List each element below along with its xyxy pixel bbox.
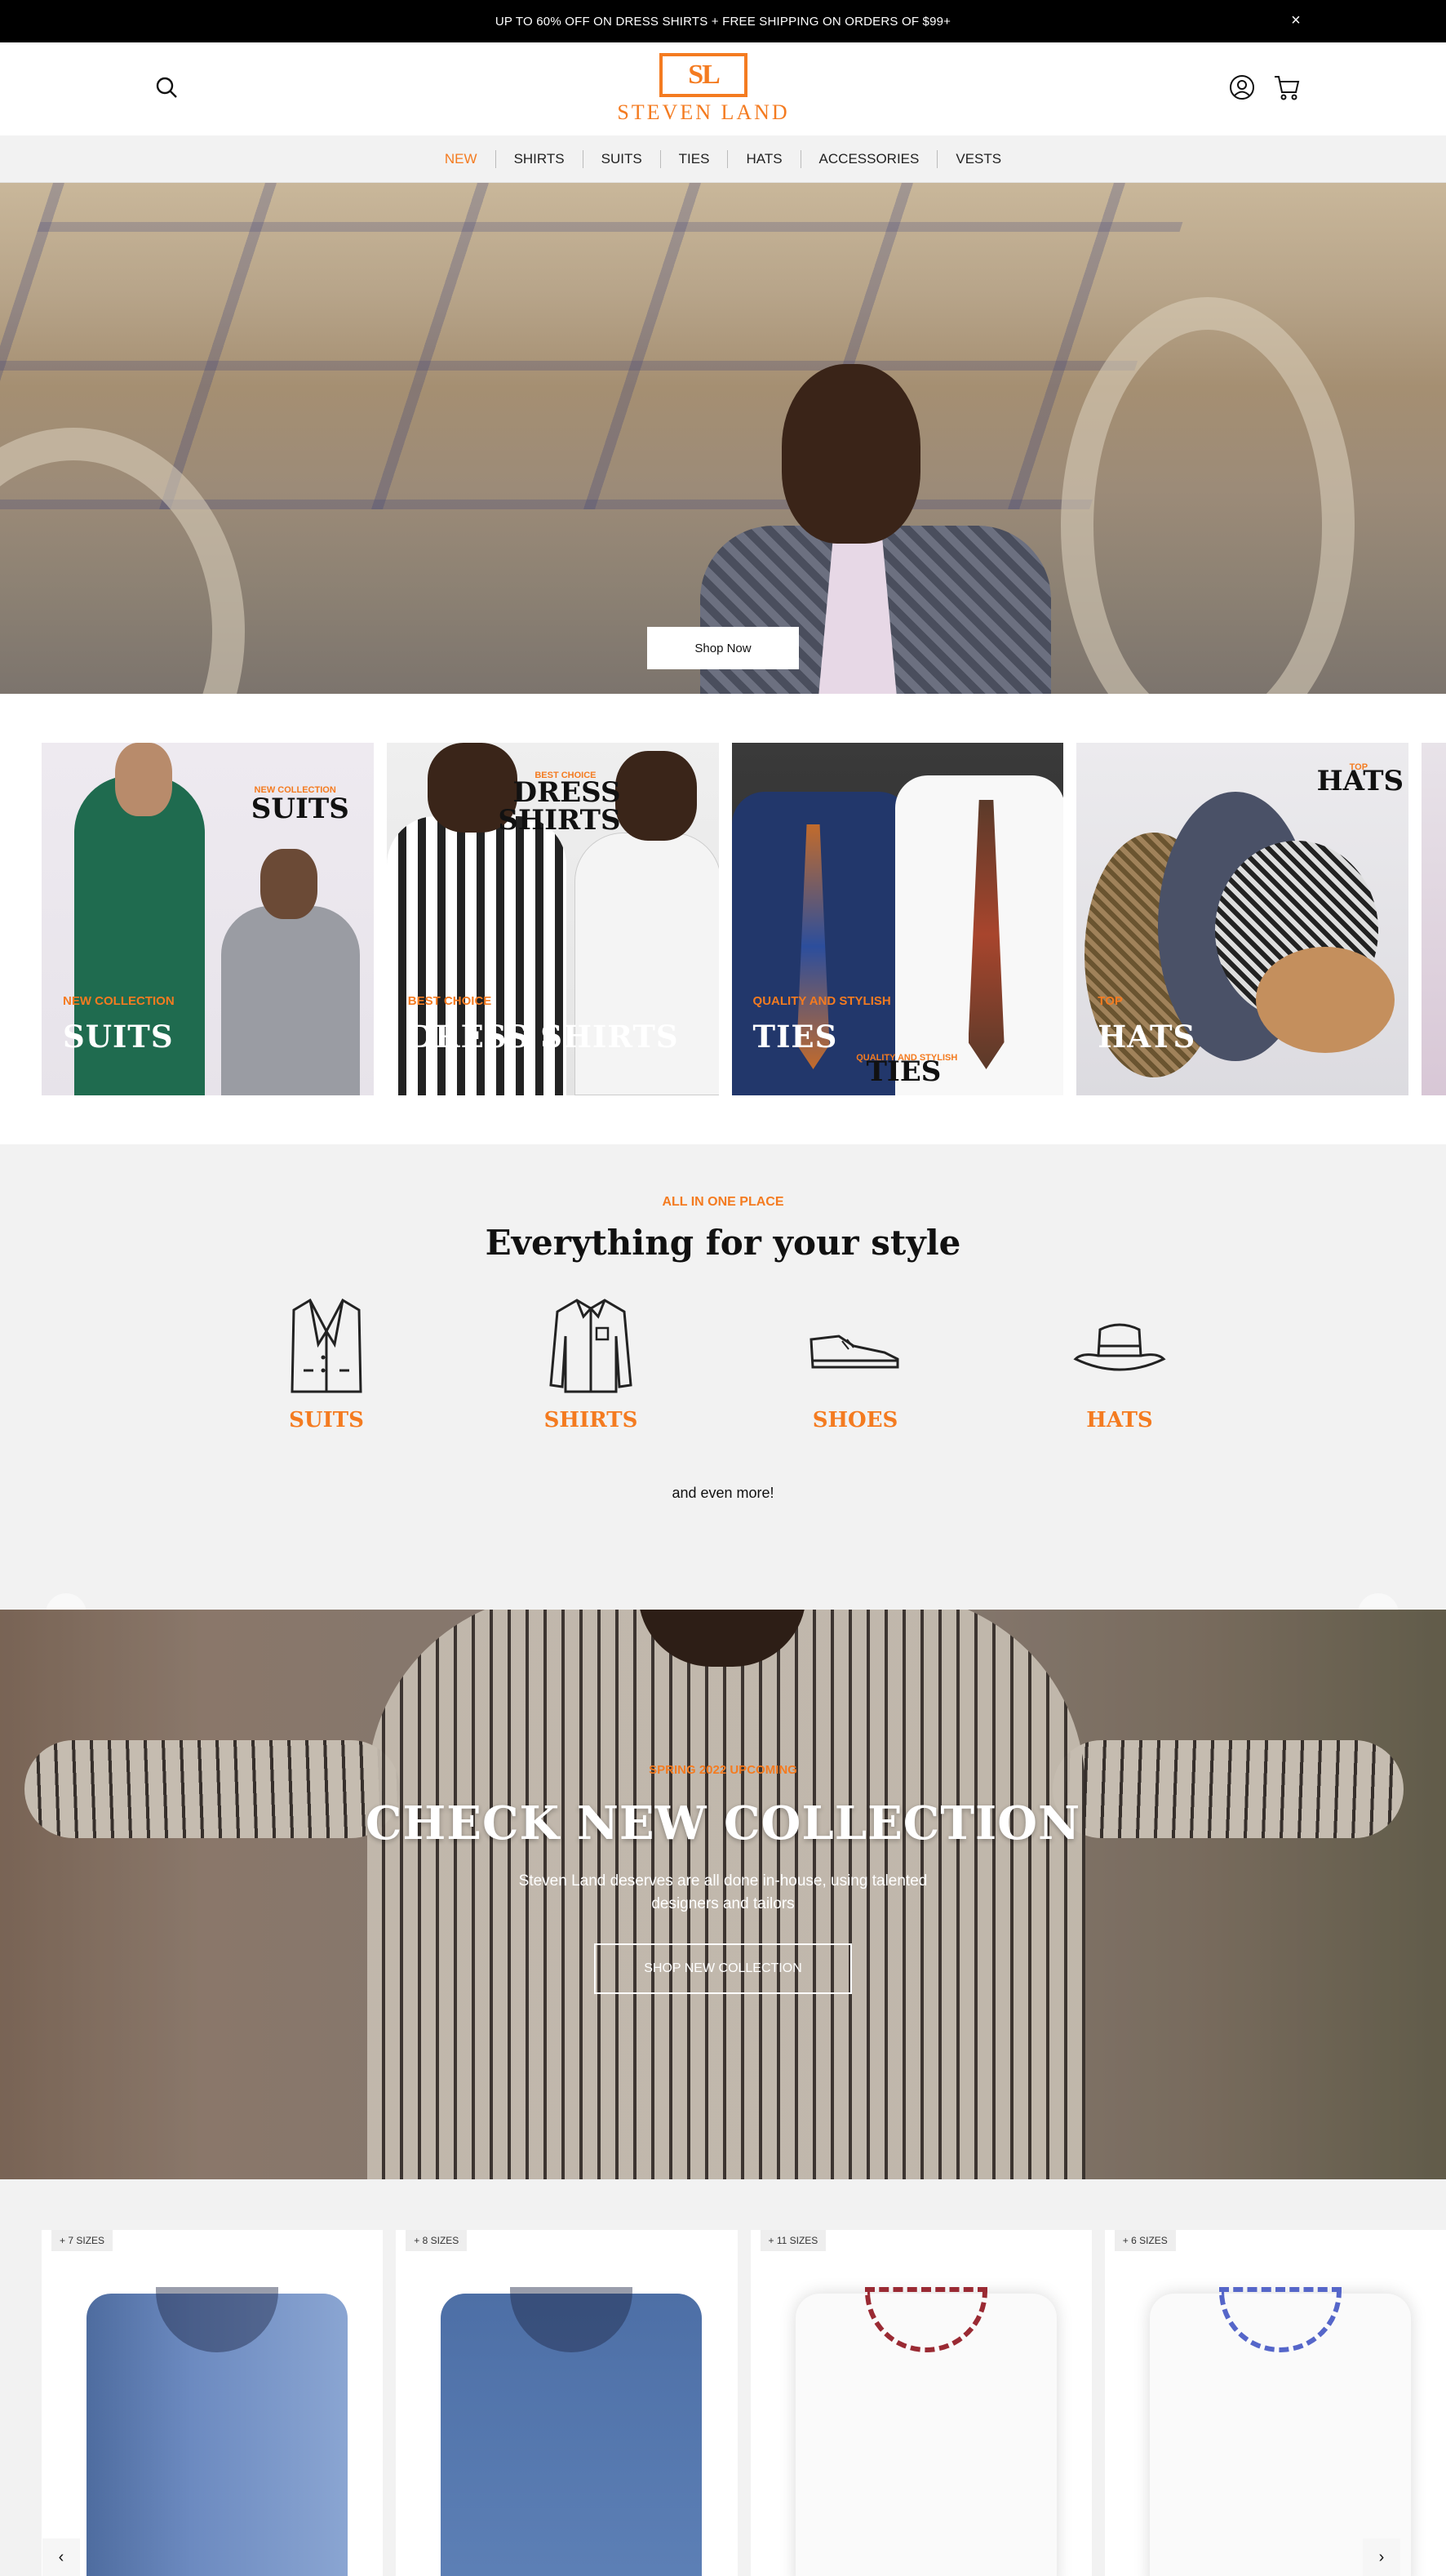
site-header: SL STEVEN LAND bbox=[0, 42, 1446, 135]
chevron-right-icon: › bbox=[1378, 2547, 1385, 2566]
hero-banner: Shop Now bbox=[0, 183, 1446, 694]
collection-banner: SPRING 2022 UPCOMING CHECK NEW COLLECTIO… bbox=[0, 1610, 1446, 2179]
product-carousel: + 7 SIZES + 8 SIZES + 11 SIZES + 6 SIZES… bbox=[0, 2179, 1446, 2576]
card-eyebrow: BEST CHOICE bbox=[407, 994, 492, 1008]
category-carousel: NEW COLLECTION SUITS NEW COLLECTION SUIT… bbox=[0, 694, 1446, 1634]
card-title: TIES bbox=[752, 1019, 838, 1055]
card-corner-title: TIES bbox=[866, 1055, 942, 1088]
card-model bbox=[221, 906, 360, 1095]
size-badge: + 6 SIZES bbox=[1114, 2230, 1176, 2251]
card-title: HATS bbox=[1098, 1019, 1196, 1055]
nav-item-suits[interactable]: SUITS bbox=[583, 149, 661, 168]
card-model bbox=[574, 833, 719, 1095]
header-icons bbox=[1229, 74, 1301, 104]
fedora-hat-icon bbox=[1073, 1323, 1166, 1371]
style-icon-row: SUITS SHIRTS SHOES HATS bbox=[0, 1295, 1446, 1432]
card-eyebrow: TOP bbox=[1098, 994, 1123, 1008]
size-badge: + 11 SIZES bbox=[760, 2230, 827, 2251]
style-section: ALL IN ONE PLACE Everything for your sty… bbox=[0, 1144, 1446, 1610]
category-card-dress-shirts[interactable]: BEST CHOICE DRESS SHIRTS BEST CHOICE DRE… bbox=[386, 743, 719, 1095]
shirt-icon bbox=[549, 1299, 632, 1393]
card-title: DRESS SHIRTS bbox=[407, 1019, 679, 1055]
card-eyebrow: NEW COLLECTION bbox=[63, 994, 175, 1008]
announcement-bar: UP TO 60% OFF ON DRESS SHIRTS + FREE SHI… bbox=[0, 0, 1446, 42]
style-item-label: SUITS bbox=[289, 1408, 364, 1432]
style-item-shoes[interactable]: SHOES bbox=[723, 1295, 987, 1432]
main-nav: NEW SHIRTS SUITS TIES HATS ACCESSORIES V… bbox=[0, 135, 1446, 183]
category-card-hats[interactable]: TOP HATS TOP HATS bbox=[1076, 743, 1409, 1095]
card-model-head bbox=[115, 743, 172, 816]
nav-item-new[interactable]: NEW bbox=[427, 149, 496, 168]
card-model-head bbox=[614, 751, 697, 841]
style-item-shirts[interactable]: SHIRTS bbox=[459, 1295, 723, 1432]
suit-jacket-icon bbox=[291, 1298, 362, 1393]
hero-ceiling-pattern bbox=[0, 183, 1195, 509]
product-prev-button[interactable]: ‹ bbox=[42, 2538, 80, 2576]
size-badge: + 7 SIZES bbox=[51, 2230, 113, 2251]
card-eyebrow: QUALITY AND STYLISH bbox=[752, 994, 891, 1008]
style-item-hats[interactable]: HATS bbox=[987, 1295, 1252, 1432]
category-card-ties[interactable]: QUALITY AND STYLISH TIES QUALITY AND STY… bbox=[731, 743, 1064, 1095]
style-title: Everything for your style bbox=[485, 1223, 961, 1263]
banner-eyebrow: SPRING 2022 UPCOMING bbox=[649, 1763, 797, 1777]
style-eyebrow: ALL IN ONE PLACE bbox=[662, 1195, 784, 1209]
hero-model-head bbox=[782, 364, 920, 544]
shop-now-button[interactable]: Shop Now bbox=[647, 627, 799, 669]
nav-item-hats[interactable]: HATS bbox=[728, 149, 801, 168]
category-card-suits[interactable]: NEW COLLECTION SUITS NEW COLLECTION SUIT… bbox=[42, 743, 374, 1095]
logo-mark: SL bbox=[659, 53, 747, 97]
chevron-left-icon: ‹ bbox=[58, 2547, 64, 2566]
shop-new-collection-button[interactable]: SHOP NEW COLLECTION bbox=[594, 1943, 852, 1994]
card-hat bbox=[1256, 947, 1395, 1053]
banner-text: Steven Land deserves are all done in-hou… bbox=[518, 1872, 928, 1912]
nav-item-ties[interactable]: TIES bbox=[661, 149, 729, 168]
product-card[interactable]: + 11 SIZES bbox=[750, 2230, 1092, 2576]
product-card[interactable]: + 7 SIZES bbox=[42, 2230, 384, 2576]
account-icon[interactable] bbox=[1229, 74, 1255, 104]
nav-item-shirts[interactable]: SHIRTS bbox=[496, 149, 583, 168]
nav-item-accessories[interactable]: ACCESSORIES bbox=[801, 149, 938, 168]
card-corner-title: DRESS SHIRTS bbox=[498, 776, 621, 837]
banner-title: CHECK NEW COLLECTION bbox=[365, 1797, 1081, 1850]
logo[interactable]: SL STEVEN LAND bbox=[617, 53, 789, 125]
card-corner-title: HATS bbox=[1316, 765, 1404, 797]
card-model-head bbox=[260, 849, 317, 919]
logo-wordmark: STEVEN LAND bbox=[617, 100, 790, 124]
style-item-label: SHOES bbox=[812, 1408, 898, 1432]
style-item-label: HATS bbox=[1086, 1408, 1153, 1432]
product-next-button[interactable]: › bbox=[1363, 2538, 1400, 2576]
card-title: SUITS bbox=[63, 1019, 174, 1055]
product-card[interactable]: + 8 SIZES bbox=[396, 2230, 738, 2576]
shoe-icon bbox=[809, 1335, 899, 1369]
category-card-partial[interactable] bbox=[1422, 743, 1446, 1095]
banner-copy: SPRING 2022 UPCOMING CHECK NEW COLLECTIO… bbox=[0, 1763, 1446, 1994]
style-item-suits[interactable]: SUITS bbox=[194, 1295, 459, 1432]
style-more-text: and even more! bbox=[672, 1485, 774, 1501]
product-card[interactable]: + 6 SIZES bbox=[1104, 2230, 1446, 2576]
size-badge: + 8 SIZES bbox=[406, 2230, 468, 2251]
announcement-text: UP TO 60% OFF ON DRESS SHIRTS + FREE SHI… bbox=[495, 14, 951, 29]
close-icon[interactable]: × bbox=[1291, 11, 1301, 30]
search-icon[interactable] bbox=[155, 76, 178, 103]
card-corner-title: SUITS bbox=[251, 793, 349, 825]
cart-icon[interactable] bbox=[1273, 74, 1301, 104]
nav-item-vests[interactable]: VESTS bbox=[938, 150, 1019, 168]
style-item-label: SHIRTS bbox=[543, 1408, 638, 1432]
